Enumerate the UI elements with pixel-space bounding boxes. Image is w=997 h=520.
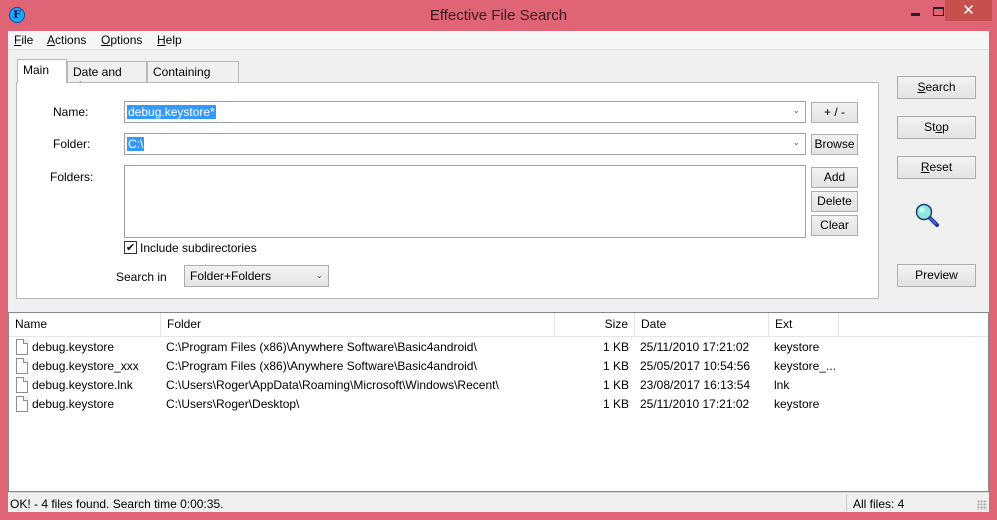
- menu-file-label: ile: [21, 33, 34, 47]
- results-list[interactable]: Name Folder Size Date Ext debug.keystore…: [8, 312, 989, 492]
- window-title: Effective File Search: [429, 7, 568, 24]
- file-name: debug.keystore.lnk: [32, 378, 133, 392]
- file-date: 25/11/2010 17:21:02: [640, 340, 750, 354]
- file-ext: lnk: [774, 378, 790, 392]
- folder-combobox[interactable]: C:\ ⌄: [124, 133, 806, 155]
- file-icon: [16, 339, 28, 355]
- file-name: debug.keystore_xxx: [32, 359, 139, 373]
- table-row[interactable]: debug.keystore C:\Program Files (x86)\An…: [9, 338, 988, 357]
- checkmark-icon: ✔: [125, 241, 136, 254]
- delete-folder-button[interactable]: Delete: [811, 191, 858, 212]
- column-header-ext[interactable]: Ext: [769, 313, 839, 337]
- tab-containing-text[interactable]: Containing text: [147, 61, 239, 93]
- menu-help-accel: H: [157, 33, 166, 47]
- folders-listbox[interactable]: [124, 165, 806, 238]
- app-window: F Effective File Search ✕ File Actions O…: [0, 0, 997, 520]
- table-row[interactable]: debug.keystore C:\Users\Roger\Desktop\ 1…: [9, 395, 988, 414]
- file-size: 1 KB: [602, 397, 629, 411]
- file-ext: keystore: [774, 340, 820, 354]
- file-name: debug.keystore: [32, 397, 115, 411]
- status-bar: OK! - 4 files found. Search time 0:00:35…: [8, 492, 989, 512]
- column-header-filler: [839, 313, 988, 337]
- client-area: File Actions Options Help Main Date and …: [8, 31, 989, 512]
- file-icon: [16, 358, 28, 374]
- menu-file[interactable]: File: [14, 33, 33, 47]
- file-size: 1 KB: [602, 378, 629, 392]
- magnifier-icon: [915, 203, 939, 227]
- file-folder: C:\Users\Roger\AppData\Roaming\Microsoft…: [166, 378, 499, 392]
- clear-folders-button[interactable]: Clear: [811, 215, 858, 236]
- name-input[interactable]: debug.keystore*: [127, 105, 216, 119]
- preview-button[interactable]: Preview: [897, 264, 976, 287]
- reset-button-label: eset: [929, 160, 953, 174]
- status-file-count: All files: 4: [853, 497, 905, 511]
- column-header-date[interactable]: Date: [635, 313, 769, 337]
- folder-label: Folder:: [53, 137, 91, 151]
- menu-options-accel: O: [101, 33, 111, 47]
- resize-grip-icon[interactable]: [977, 500, 987, 510]
- maximize-icon: [933, 7, 944, 16]
- menu-help[interactable]: Help: [157, 33, 182, 47]
- table-row[interactable]: debug.keystore.lnk C:\Users\Roger\AppDat…: [9, 376, 988, 395]
- column-header-name[interactable]: Name: [9, 313, 161, 337]
- close-button[interactable]: ✕: [945, 0, 992, 21]
- menu-actions-accel: A: [47, 33, 56, 47]
- file-folder: C:\Users\Roger\Desktop\: [166, 397, 300, 411]
- minimize-icon: [911, 13, 920, 16]
- tab-date-and-size[interactable]: Date and size: [67, 61, 147, 93]
- menu-actions-label: ctions: [55, 33, 87, 47]
- plus-minus-button[interactable]: + / -: [811, 102, 858, 123]
- chevron-down-icon[interactable]: ⌄: [792, 138, 800, 148]
- search-in-label: Search in: [116, 270, 167, 284]
- search-in-select[interactable]: Folder+Folders ⌄: [184, 265, 329, 287]
- stop-button-label: p: [942, 120, 949, 134]
- search-button-label: earch: [925, 80, 956, 94]
- status-separator: [846, 495, 847, 511]
- title-bar[interactable]: F Effective File Search ✕: [0, 0, 997, 31]
- chevron-down-icon[interactable]: ⌄: [792, 106, 800, 116]
- file-folder: C:\Program Files (x86)\Anywhere Software…: [166, 359, 477, 373]
- file-size: 1 KB: [602, 340, 629, 354]
- folders-label: Folders:: [50, 170, 94, 184]
- chevron-down-icon: ⌄: [315, 270, 323, 280]
- tab-main-label: Main: [23, 63, 50, 77]
- menu-help-label: elp: [165, 33, 182, 47]
- menu-options[interactable]: Options: [101, 33, 142, 47]
- include-subdirectories-checkbox[interactable]: ✔: [124, 241, 137, 254]
- menu-options-label: ptions: [110, 33, 143, 47]
- close-icon: ✕: [962, 1, 975, 19]
- stop-button[interactable]: Stop: [897, 116, 976, 139]
- file-icon: [16, 377, 28, 393]
- file-folder: C:\Program Files (x86)\Anywhere Software…: [166, 340, 477, 354]
- include-subdirectories-label[interactable]: Include subdirectories: [140, 241, 257, 255]
- table-row[interactable]: debug.keystore_xxx C:\Program Files (x86…: [9, 357, 988, 376]
- stop-button-label-pre: St: [924, 120, 936, 134]
- file-ext: keystore_...: [774, 359, 837, 373]
- file-date: 25/11/2010 17:21:02: [640, 397, 750, 411]
- file-size: 1 KB: [602, 359, 629, 373]
- reset-button[interactable]: Reset: [897, 156, 976, 179]
- menu-bar: File Actions Options Help: [8, 31, 989, 50]
- tab-main[interactable]: Main: [17, 59, 67, 83]
- file-date: 23/08/2017 16:13:54: [640, 378, 751, 392]
- search-in-value: Folder+Folders: [190, 269, 272, 283]
- add-folder-button[interactable]: Add: [811, 167, 858, 188]
- column-header-size[interactable]: Size: [555, 313, 635, 337]
- name-label: Name:: [53, 105, 89, 119]
- status-message: OK! - 4 files found. Search time 0:00:35…: [10, 497, 224, 511]
- menu-actions[interactable]: Actions: [47, 33, 86, 47]
- search-button[interactable]: Search: [897, 76, 976, 99]
- column-header-folder[interactable]: Folder: [161, 313, 555, 337]
- file-ext: keystore: [774, 397, 820, 411]
- file-date: 25/05/2017 10:54:56: [640, 359, 751, 373]
- browse-button[interactable]: Browse: [811, 134, 858, 155]
- file-icon: [16, 396, 28, 412]
- name-combobox[interactable]: debug.keystore* ⌄: [124, 101, 806, 123]
- file-name: debug.keystore: [32, 340, 115, 354]
- folder-input[interactable]: C:\: [127, 137, 145, 151]
